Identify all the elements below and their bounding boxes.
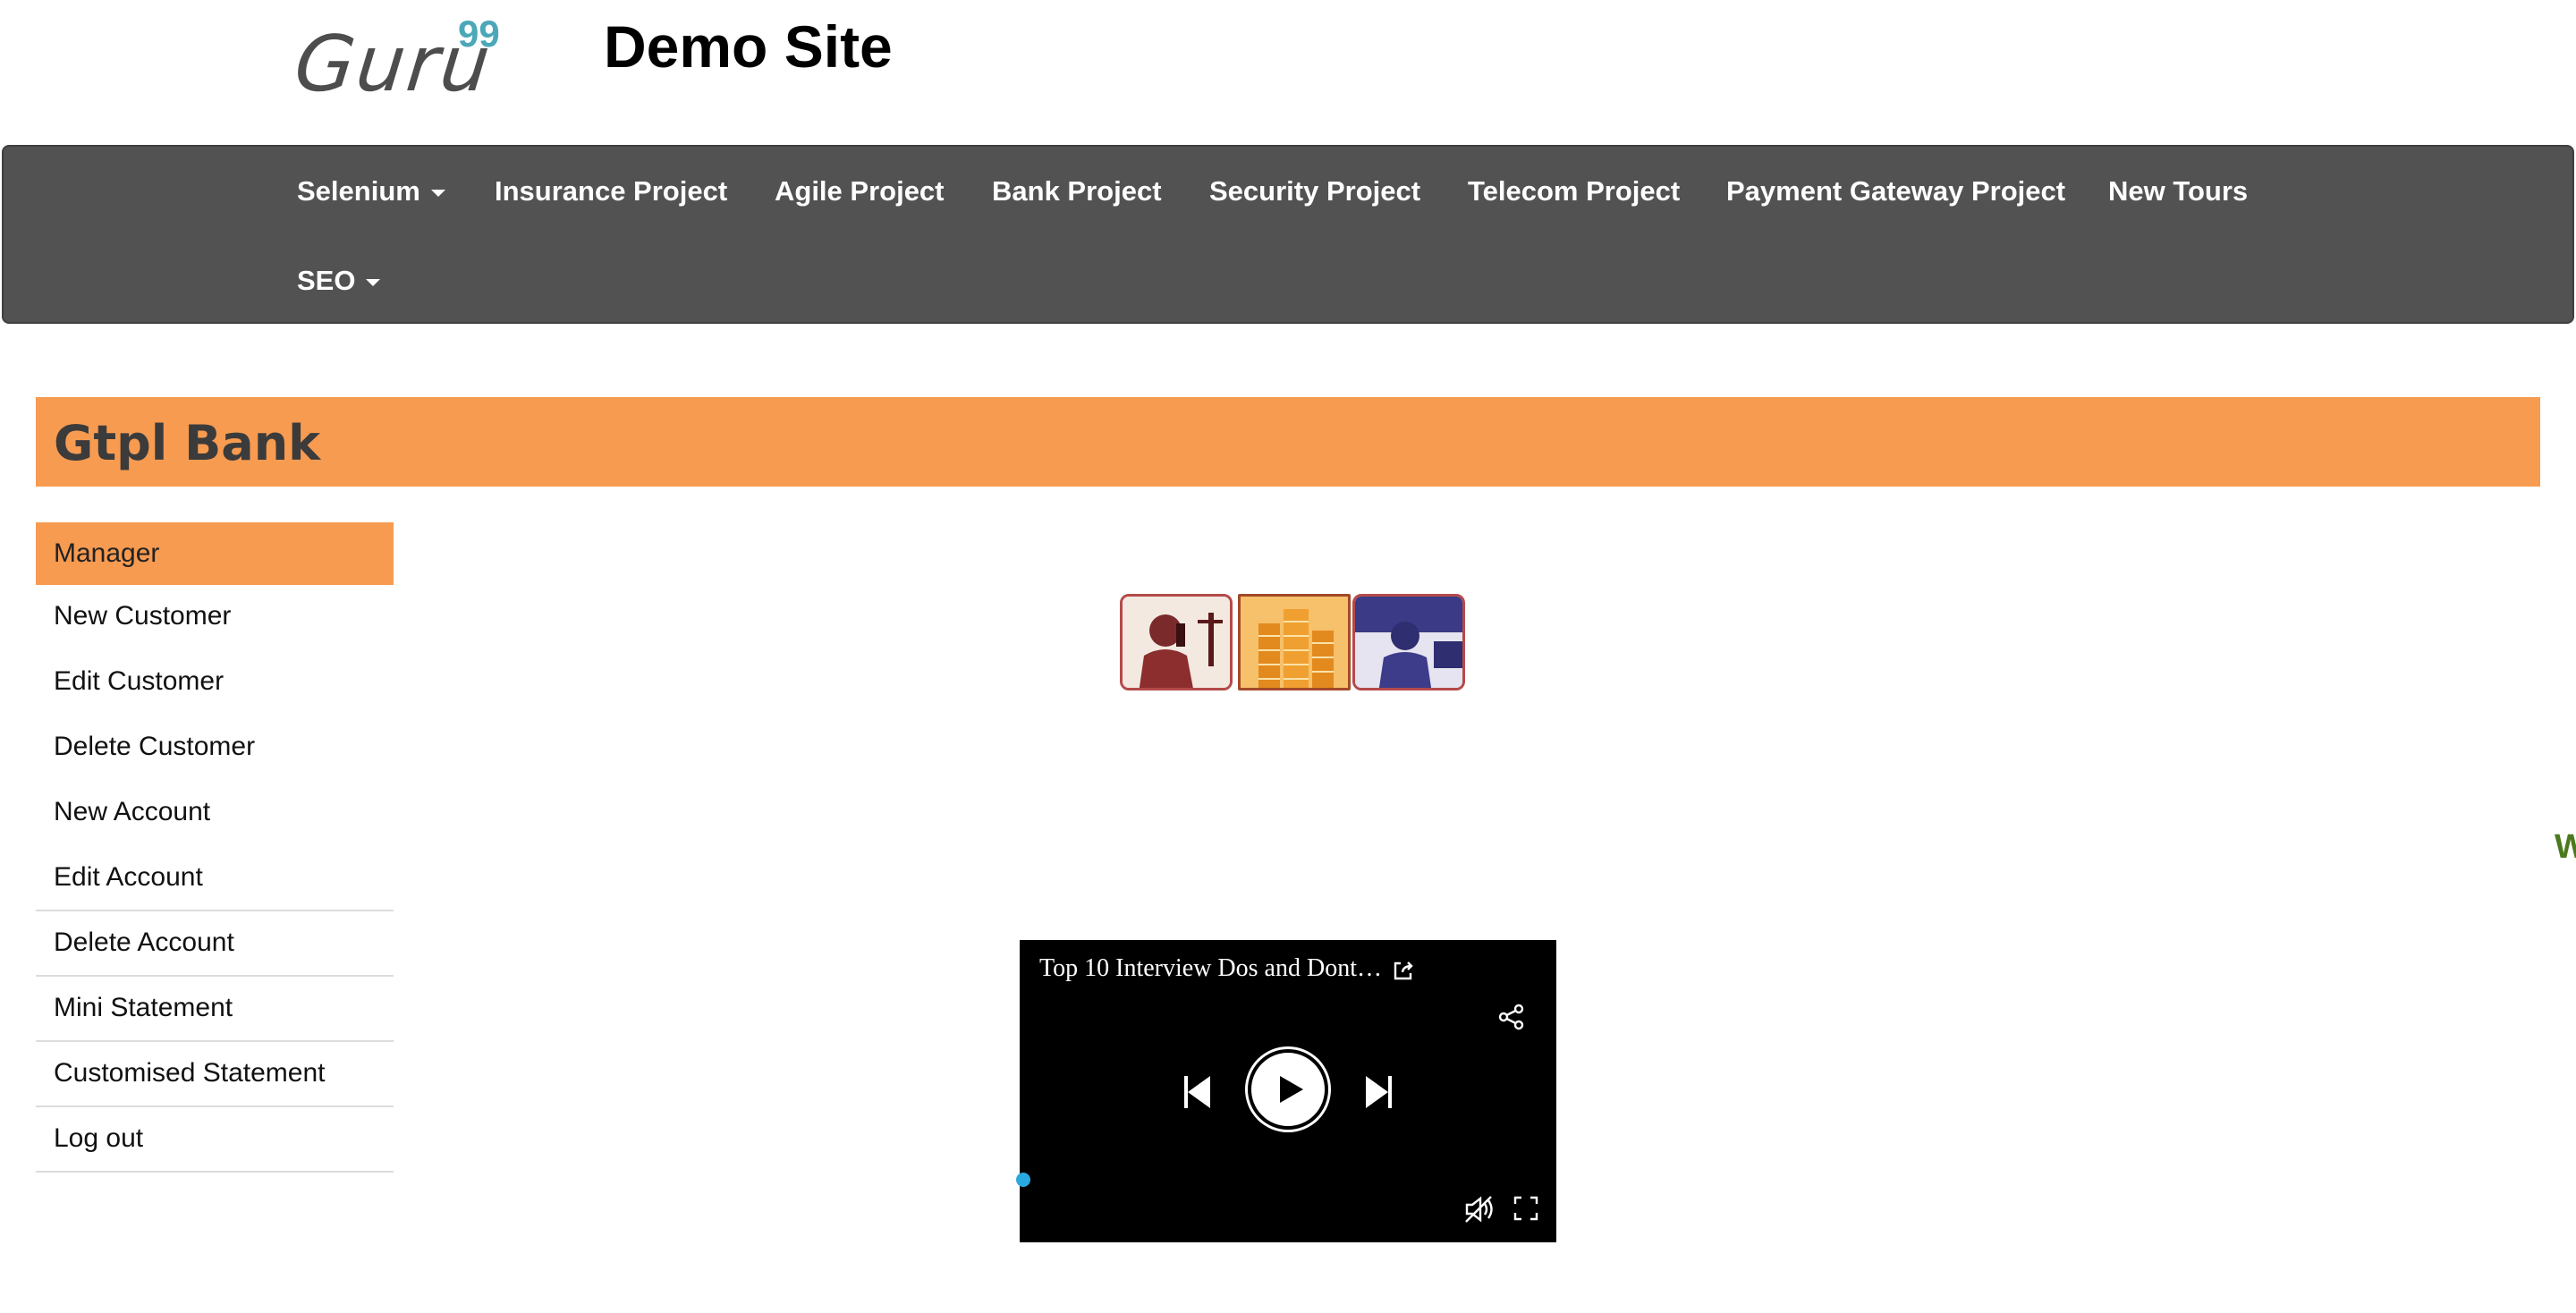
nav-seo[interactable]: SEO [297,265,381,297]
menu-item-delete-customer[interactable]: Delete Customer [36,716,394,781]
nav-label: Insurance Project [495,175,728,207]
nav-agile-project[interactable]: Agile Project [775,175,945,208]
nav-label: Bank Project [992,175,1162,207]
nav-selenium[interactable]: Selenium [297,175,445,208]
menu-item-customised-statement[interactable]: Customised Statement [36,1042,394,1107]
bank-banner: Gtpl Bank [36,397,2540,487]
nav-bank-project[interactable]: Bank Project [992,175,1162,208]
man-on-phone-image [1120,594,1233,690]
site-header: Guru 99 Demo Site [0,0,2576,145]
menu-item-log-out[interactable]: Log out [36,1107,394,1173]
nav-label: Telecom Project [1468,175,1681,207]
nav-telecom-project[interactable]: Telecom Project [1468,175,1680,208]
video-title[interactable]: Top 10 Interview Dos and Dont… [1039,954,1382,983]
scrolling-marquee-text: W [2555,828,2576,866]
next-icon[interactable] [1363,1074,1394,1114]
menu-item-mini-statement[interactable]: Mini Statement [36,977,394,1042]
menu-item-manager[interactable]: Manager [36,522,394,585]
progress-handle[interactable] [1016,1173,1030,1187]
mute-icon[interactable] [1463,1194,1497,1229]
nav-label: New Tours [2108,175,2249,207]
nav-label: Agile Project [775,175,945,207]
nav-insurance-project[interactable]: Insurance Project [495,175,727,208]
play-button[interactable] [1248,1049,1328,1130]
menu-item-new-account[interactable]: New Account [36,781,394,846]
menu-item-new-customer[interactable]: New Customer [36,585,394,650]
menu-item-edit-account[interactable]: Edit Account [36,846,394,911]
logo-superscript: 99 [458,13,500,55]
caret-down-icon [430,189,445,197]
nav-new-tours[interactable]: New Tours [2108,175,2248,208]
previous-icon[interactable] [1182,1074,1213,1114]
banner-thumbnails [1118,583,1465,694]
nav-label: SEO [297,265,356,296]
menu-item-delete-account[interactable]: Delete Account [36,911,394,977]
play-icon [1280,1076,1303,1103]
nav-label: Security Project [1209,175,1421,207]
nav-label: Selenium [297,175,420,207]
top-navbar: Selenium Insurance Project Agile Project… [2,145,2574,324]
nav-payment-gateway-project[interactable]: Payment Gateway Project [1726,175,2065,208]
side-menu: Manager New Customer Edit Customer Delet… [36,522,394,1173]
guru99-logo[interactable]: Guru 99 [291,13,510,109]
woman-at-desk-image [1352,594,1465,690]
coins-stack-image [1238,594,1351,690]
nav-label: Payment Gateway Project [1726,175,2066,207]
site-title: Demo Site [604,13,893,80]
share-icon[interactable] [1497,1003,1526,1036]
external-link-icon[interactable] [1392,959,1415,987]
menu-item-edit-customer[interactable]: Edit Customer [36,650,394,716]
fullscreen-icon[interactable] [1513,1196,1538,1225]
video-player[interactable]: Top 10 Interview Dos and Dont… [1016,940,1556,1242]
caret-down-icon [366,278,381,286]
bank-title: Gtpl Bank [54,415,321,471]
nav-security-project[interactable]: Security Project [1209,175,1420,208]
